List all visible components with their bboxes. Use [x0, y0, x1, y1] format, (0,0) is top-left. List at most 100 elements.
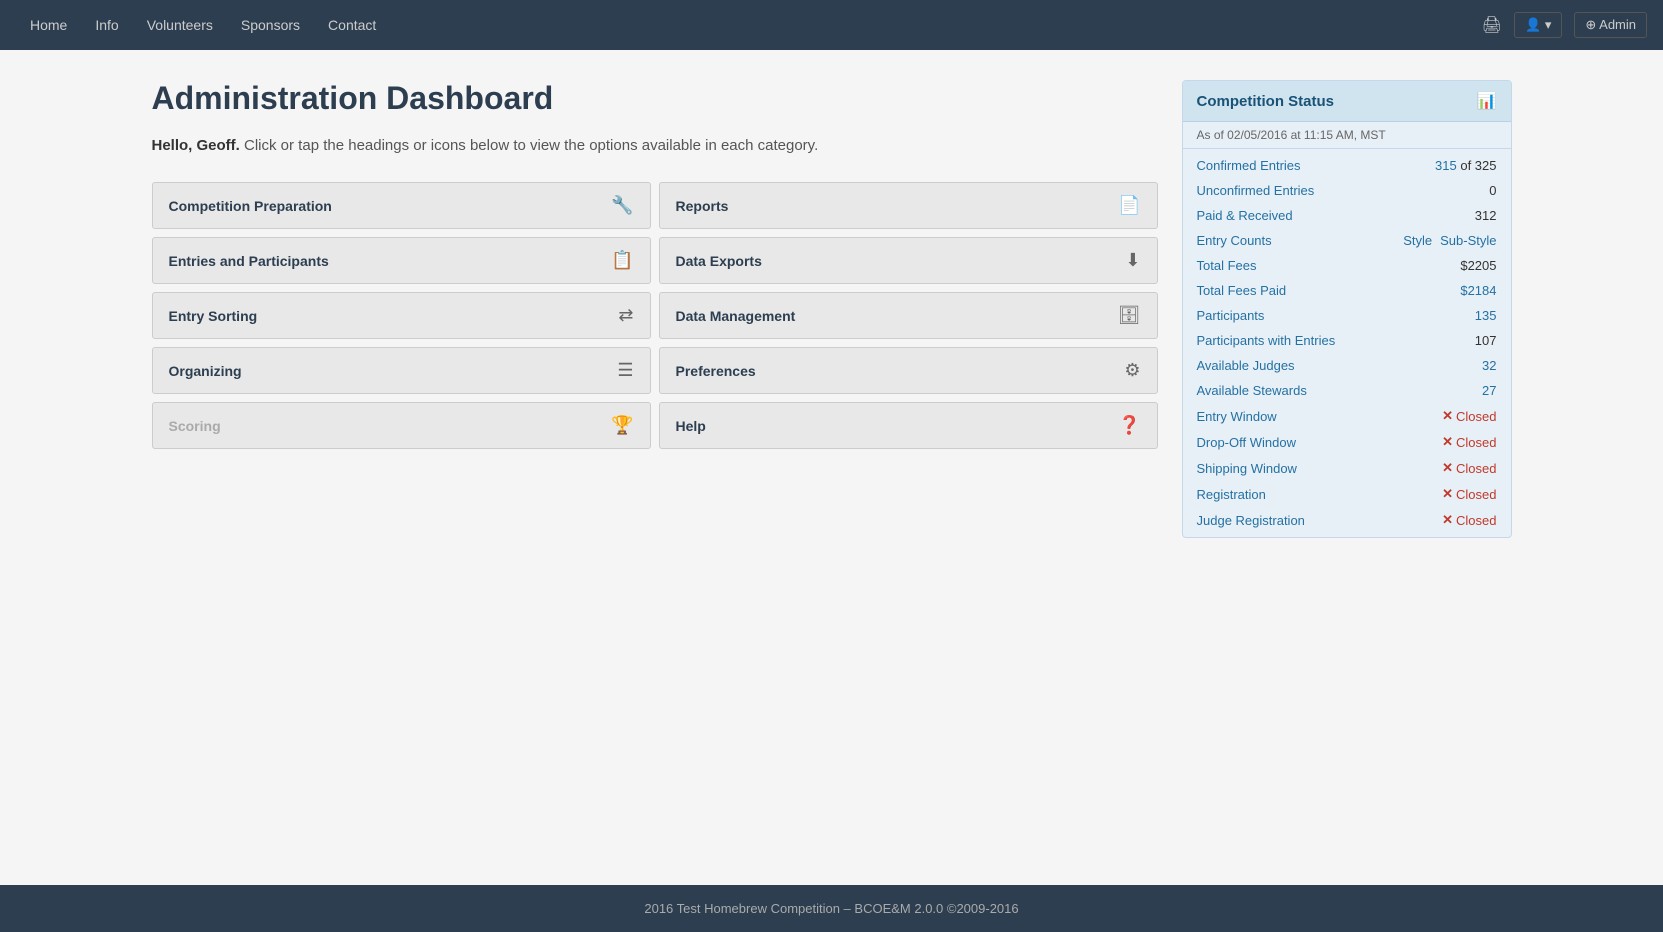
status-title: Competition Status: [1197, 93, 1335, 110]
status-row-total-fees: Total Fees $2205: [1183, 253, 1511, 278]
judge-registration-x: ✕: [1442, 512, 1453, 528]
status-subtitle: As of 02/05/2016 at 11:15 AM, MST: [1183, 122, 1511, 149]
shipping-window-x: ✕: [1442, 460, 1453, 476]
unconfirmed-entries-label[interactable]: Unconfirmed Entries: [1197, 183, 1315, 198]
welcome-text: Hello, Geoff. Click or tap the headings …: [152, 137, 1158, 154]
list-icon: ☰: [617, 360, 633, 381]
navbar-right: 🖨 👤 ▾ ⊕ Admin: [1482, 12, 1647, 38]
status-row-judge-registration: Judge Registration ✕ Closed: [1183, 507, 1511, 533]
status-rows: Confirmed Entries 315 of 325 Unconfirmed…: [1183, 149, 1511, 537]
dashboard-item-entries-participants[interactable]: Entries and Participants 📋: [152, 237, 651, 284]
user-button[interactable]: 👤 ▾: [1514, 12, 1562, 38]
total-fees-label[interactable]: Total Fees: [1197, 258, 1257, 273]
nav-info[interactable]: Info: [81, 0, 132, 50]
confirmed-entries-total: of 325: [1460, 158, 1496, 173]
chart-icon[interactable]: 📊: [1477, 91, 1497, 111]
total-fees-paid-label[interactable]: Total Fees Paid: [1197, 283, 1287, 298]
dashboard-item-entry-sorting[interactable]: Entry Sorting ⇄: [152, 292, 651, 339]
registration-status: Closed: [1456, 487, 1496, 502]
sort-icon: ⇄: [618, 305, 633, 326]
shipping-window-value: ✕ Closed: [1442, 460, 1496, 476]
entry-counts-label[interactable]: Entry Counts: [1197, 233, 1272, 248]
status-row-participants: Participants 135: [1183, 303, 1511, 328]
dashboard-item-competition-preparation[interactable]: Competition Preparation 🔧: [152, 182, 651, 229]
download-icon: ⬇: [1125, 250, 1140, 271]
status-row-participants-with-entries: Participants with Entries 107: [1183, 328, 1511, 353]
nav-home[interactable]: Home: [16, 0, 81, 50]
dashboard-item-data-management[interactable]: Data Management 🗄: [659, 292, 1158, 339]
entry-window-x: ✕: [1442, 408, 1453, 424]
available-judges-value: 32: [1482, 358, 1496, 373]
confirmed-entries-label[interactable]: Confirmed Entries: [1197, 158, 1301, 173]
help-icon: ❓: [1118, 415, 1140, 436]
dropoff-window-label[interactable]: Drop-Off Window: [1197, 435, 1296, 450]
shipping-window-status: Closed: [1456, 461, 1496, 476]
main-container: Administration Dashboard Hello, Geoff. C…: [132, 50, 1532, 568]
participants-entries-value: 107: [1475, 333, 1497, 348]
status-row-registration: Registration ✕ Closed: [1183, 481, 1511, 507]
dashboard-item-preferences[interactable]: Preferences ⚙: [659, 347, 1158, 394]
judge-registration-label[interactable]: Judge Registration: [1197, 513, 1305, 528]
status-row-unconfirmed-entries: Unconfirmed Entries 0: [1183, 178, 1511, 203]
trophy-icon: 🏆: [611, 415, 633, 436]
status-row-paid-received: Paid & Received 312: [1183, 203, 1511, 228]
status-card-header: Competition Status 📊: [1183, 81, 1511, 122]
reports-icon: 📄: [1118, 195, 1140, 216]
footer-text: 2016 Test Homebrew Competition – BCOE&M …: [644, 901, 1018, 916]
footer: 2016 Test Homebrew Competition – BCOE&M …: [0, 885, 1663, 932]
dropoff-window-x: ✕: [1442, 434, 1453, 450]
entry-counts-links: Style Sub-Style: [1403, 233, 1496, 248]
participants-value: 135: [1475, 308, 1497, 323]
status-row-entry-window: Entry Window ✕ Closed: [1183, 403, 1511, 429]
participants-entries-label[interactable]: Participants with Entries: [1197, 333, 1336, 348]
available-stewards-label[interactable]: Available Stewards: [1197, 383, 1307, 398]
print-icon[interactable]: 🖨: [1482, 15, 1502, 35]
judge-registration-status: Closed: [1456, 513, 1496, 528]
server-icon: 🗄: [1118, 305, 1141, 326]
dashboard-item-help[interactable]: Help ❓: [659, 402, 1158, 449]
dashboard-item-reports[interactable]: Reports 📄: [659, 182, 1158, 229]
status-row-total-fees-paid: Total Fees Paid $2184: [1183, 278, 1511, 303]
welcome-name: Hello, Geoff.: [152, 137, 240, 154]
total-fees-paid-value: $2184: [1460, 283, 1496, 298]
paid-received-value: 312: [1475, 208, 1497, 223]
participants-label[interactable]: Participants: [1197, 308, 1265, 323]
entry-counts-substyle-link[interactable]: Sub-Style: [1440, 233, 1496, 248]
navbar: Home Info Volunteers Sponsors Contact 🖨 …: [0, 0, 1663, 50]
status-row-entry-counts: Entry Counts Style Sub-Style: [1183, 228, 1511, 253]
entry-window-label[interactable]: Entry Window: [1197, 409, 1277, 424]
available-stewards-value: 27: [1482, 383, 1496, 398]
nav-sponsors[interactable]: Sponsors: [227, 0, 314, 50]
clipboard-icon: 📋: [611, 250, 633, 271]
entry-window-value: ✕ Closed: [1442, 408, 1496, 424]
wrench-icon: 🔧: [611, 195, 633, 216]
registration-label[interactable]: Registration: [1197, 487, 1266, 502]
content-area: Administration Dashboard Hello, Geoff. C…: [152, 80, 1158, 538]
entry-counts-style-link[interactable]: Style: [1403, 233, 1432, 248]
admin-button[interactable]: ⊕ Admin: [1574, 12, 1647, 38]
dashboard-item-data-exports[interactable]: Data Exports ⬇: [659, 237, 1158, 284]
status-row-available-judges: Available Judges 32: [1183, 353, 1511, 378]
total-fees-value: $2205: [1460, 258, 1496, 273]
status-row-confirmed-entries: Confirmed Entries 315 of 325: [1183, 153, 1511, 178]
status-row-available-stewards: Available Stewards 27: [1183, 378, 1511, 403]
confirmed-entries-value: 315 of 325: [1435, 158, 1496, 173]
competition-status-sidebar: Competition Status 📊 As of 02/05/2016 at…: [1182, 80, 1512, 538]
dropoff-window-status: Closed: [1456, 435, 1496, 450]
unconfirmed-entries-value: 0: [1489, 183, 1496, 198]
dropoff-window-value: ✕ Closed: [1442, 434, 1496, 450]
entry-window-status: Closed: [1456, 409, 1496, 424]
registration-value: ✕ Closed: [1442, 486, 1496, 502]
dashboard-item-organizing[interactable]: Organizing ☰: [152, 347, 651, 394]
status-card: Competition Status 📊 As of 02/05/2016 at…: [1182, 80, 1512, 538]
nav-volunteers[interactable]: Volunteers: [133, 0, 227, 50]
available-judges-label[interactable]: Available Judges: [1197, 358, 1295, 373]
page-title: Administration Dashboard: [152, 80, 1158, 117]
judge-registration-value: ✕ Closed: [1442, 512, 1496, 528]
nav-contact[interactable]: Contact: [314, 0, 390, 50]
confirmed-entries-count[interactable]: 315: [1435, 158, 1457, 173]
paid-received-label[interactable]: Paid & Received: [1197, 208, 1293, 223]
dashboard-grid: Competition Preparation 🔧 Reports 📄 Entr…: [152, 182, 1158, 449]
shipping-window-label[interactable]: Shipping Window: [1197, 461, 1297, 476]
gear-icon: ⚙: [1124, 360, 1140, 381]
